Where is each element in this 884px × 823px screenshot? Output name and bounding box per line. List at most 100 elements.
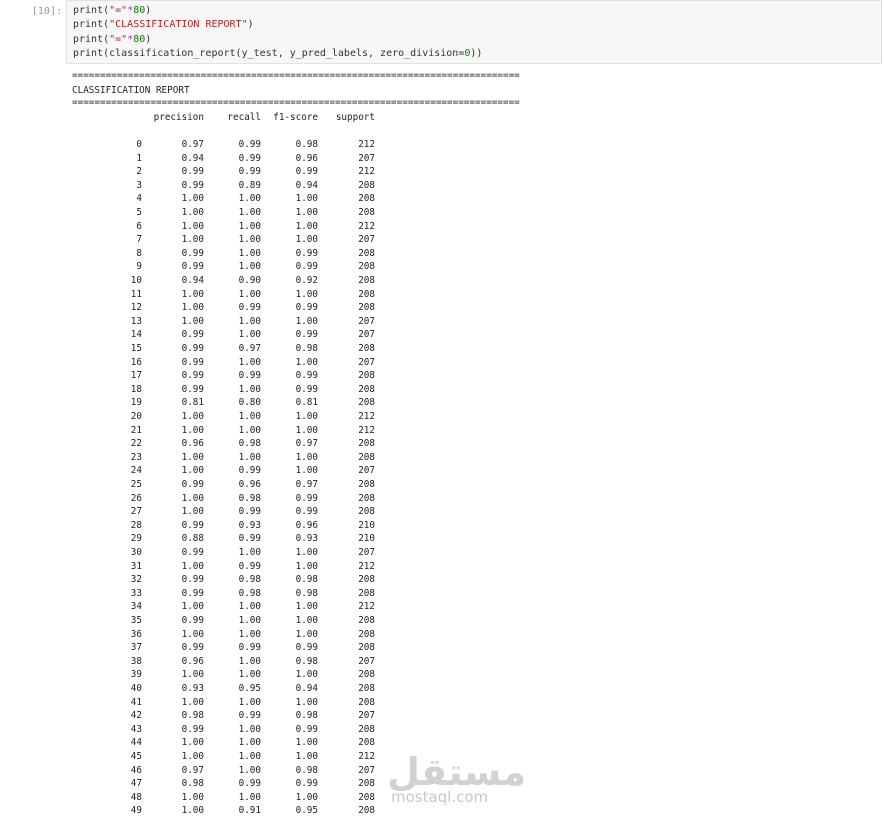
report-row: 7 1.00 1.00 1.00 207 [72, 234, 392, 246]
report-row: 21 1.00 1.00 1.00 212 [72, 425, 392, 437]
f1-value: 1.00 [295, 207, 318, 218]
report-row: 46 0.97 1.00 0.98 207 [72, 765, 392, 777]
precision-value: 0.97 [181, 139, 204, 150]
report-row: 25 0.99 0.96 0.97 208 [72, 479, 392, 491]
report-row: 38 0.96 1.00 0.98 207 [72, 656, 392, 668]
recall-value: 0.99 [238, 506, 261, 518]
class-label: 41 [130, 696, 142, 708]
precision-value: 0.99 [181, 261, 204, 273]
precision-value: 0.93 [181, 683, 204, 694]
recall-value: 0.98 [238, 438, 261, 450]
execution-count-prompt: [10]: [31, 6, 62, 17]
f1-value: 1.00 [295, 424, 318, 436]
report-row: 10 0.94 0.90 0.92 208 [72, 275, 392, 287]
f1-value: 0.99 [295, 506, 318, 518]
support-value: 212 [358, 139, 375, 150]
class-label: 16 [130, 356, 142, 368]
report-row: 37 0.99 0.99 0.99 208 [72, 642, 392, 654]
code-line: print("="*80) [73, 34, 152, 45]
support-value: 207 [358, 152, 375, 164]
support-value: 210 [358, 519, 375, 531]
support-value: 208 [358, 275, 375, 286]
class-label: 32 [130, 574, 142, 586]
f1-value: 0.93 [295, 533, 318, 545]
class-label: 24 [130, 465, 142, 477]
f1-value: 1.00 [295, 696, 318, 708]
f1-value: 0.98 [295, 574, 318, 586]
support-value: 208 [358, 247, 375, 259]
support-value: 208 [358, 574, 375, 586]
f1-value: 1.00 [295, 751, 318, 762]
support-value: 208 [358, 261, 375, 273]
support-value: 208 [358, 723, 375, 735]
report-row: 30 0.99 1.00 1.00 207 [72, 547, 392, 559]
header-precision: precision [153, 112, 204, 123]
class-label: 17 [130, 370, 142, 382]
f1-value: 0.95 [295, 805, 318, 817]
code-input-cell[interactable]: print("="*80) print("CLASSIFICATION REPO… [66, 0, 882, 64]
class-label: 3 [136, 179, 142, 191]
recall-value: 1.00 [238, 234, 261, 246]
recall-value: 1.00 [238, 615, 261, 626]
f1-value: 1.00 [295, 615, 318, 626]
recall-value: 1.00 [238, 383, 261, 395]
support-value: 208 [358, 370, 375, 382]
recall-value: 0.89 [238, 179, 261, 191]
f1-value: 0.92 [295, 275, 318, 286]
f1-value: 1.00 [295, 451, 318, 463]
class-label: 6 [136, 220, 142, 232]
f1-value: 1.00 [295, 547, 318, 558]
report-row: 44 1.00 1.00 1.00 208 [72, 737, 392, 749]
support-value: 208 [358, 302, 375, 314]
support-value: 208 [358, 288, 375, 300]
f1-value: 1.00 [295, 193, 318, 205]
support-value: 212 [358, 166, 375, 178]
precision-value: 1.00 [181, 234, 204, 246]
precision-value: 1.00 [181, 628, 204, 640]
mostaql-watermark: مستقل mostaql.com [387, 750, 527, 806]
recall-value: 0.99 [238, 370, 261, 382]
report-row: 18 0.99 1.00 0.99 208 [72, 384, 392, 396]
report-row: 20 1.00 1.00 1.00 212 [72, 411, 392, 423]
recall-value: 0.99 [238, 642, 261, 654]
precision-value: 0.98 [181, 778, 204, 790]
precision-value: 0.99 [181, 479, 204, 490]
class-label: 31 [130, 560, 142, 572]
support-value: 208 [358, 642, 375, 654]
class-label: 42 [130, 710, 142, 722]
report-row: 11 1.00 1.00 1.00 208 [72, 289, 392, 301]
support-value: 212 [358, 424, 375, 436]
class-label: 23 [130, 451, 142, 463]
recall-value: 0.99 [238, 166, 261, 178]
class-label: 45 [130, 751, 142, 762]
support-value: 207 [358, 329, 375, 341]
recall-value: 0.95 [238, 683, 261, 694]
precision-value: 0.99 [181, 574, 204, 586]
report-row: 48 1.00 1.00 1.00 208 [72, 792, 392, 804]
recall-value: 1.00 [238, 207, 261, 218]
code-line: print(classification_report(y_test, y_pr… [73, 48, 483, 59]
report-row: 35 0.99 1.00 1.00 208 [72, 615, 392, 627]
precision-value: 0.94 [181, 275, 204, 286]
support-value: 208 [358, 397, 375, 409]
f1-value: 0.99 [295, 370, 318, 382]
report-row: 43 0.99 1.00 0.99 208 [72, 724, 392, 736]
class-label: 7 [136, 234, 142, 246]
recall-value: 0.98 [238, 492, 261, 504]
report-row: 16 0.99 1.00 1.00 207 [72, 357, 392, 369]
support-value: 208 [358, 479, 375, 490]
support-value: 207 [358, 764, 375, 776]
class-label: 0 [136, 139, 142, 150]
support-value: 212 [358, 751, 375, 762]
precision-value: 1.00 [181, 465, 204, 477]
f1-value: 0.98 [295, 139, 318, 150]
separator-line: ========================================… [72, 97, 520, 108]
precision-value: 1.00 [181, 506, 204, 518]
support-value: 212 [358, 601, 375, 613]
f1-value: 1.00 [295, 220, 318, 232]
precision-value: 0.97 [181, 764, 204, 776]
support-value: 208 [358, 683, 375, 694]
precision-value: 0.99 [181, 642, 204, 654]
support-value: 212 [358, 560, 375, 572]
precision-value: 0.99 [181, 723, 204, 735]
